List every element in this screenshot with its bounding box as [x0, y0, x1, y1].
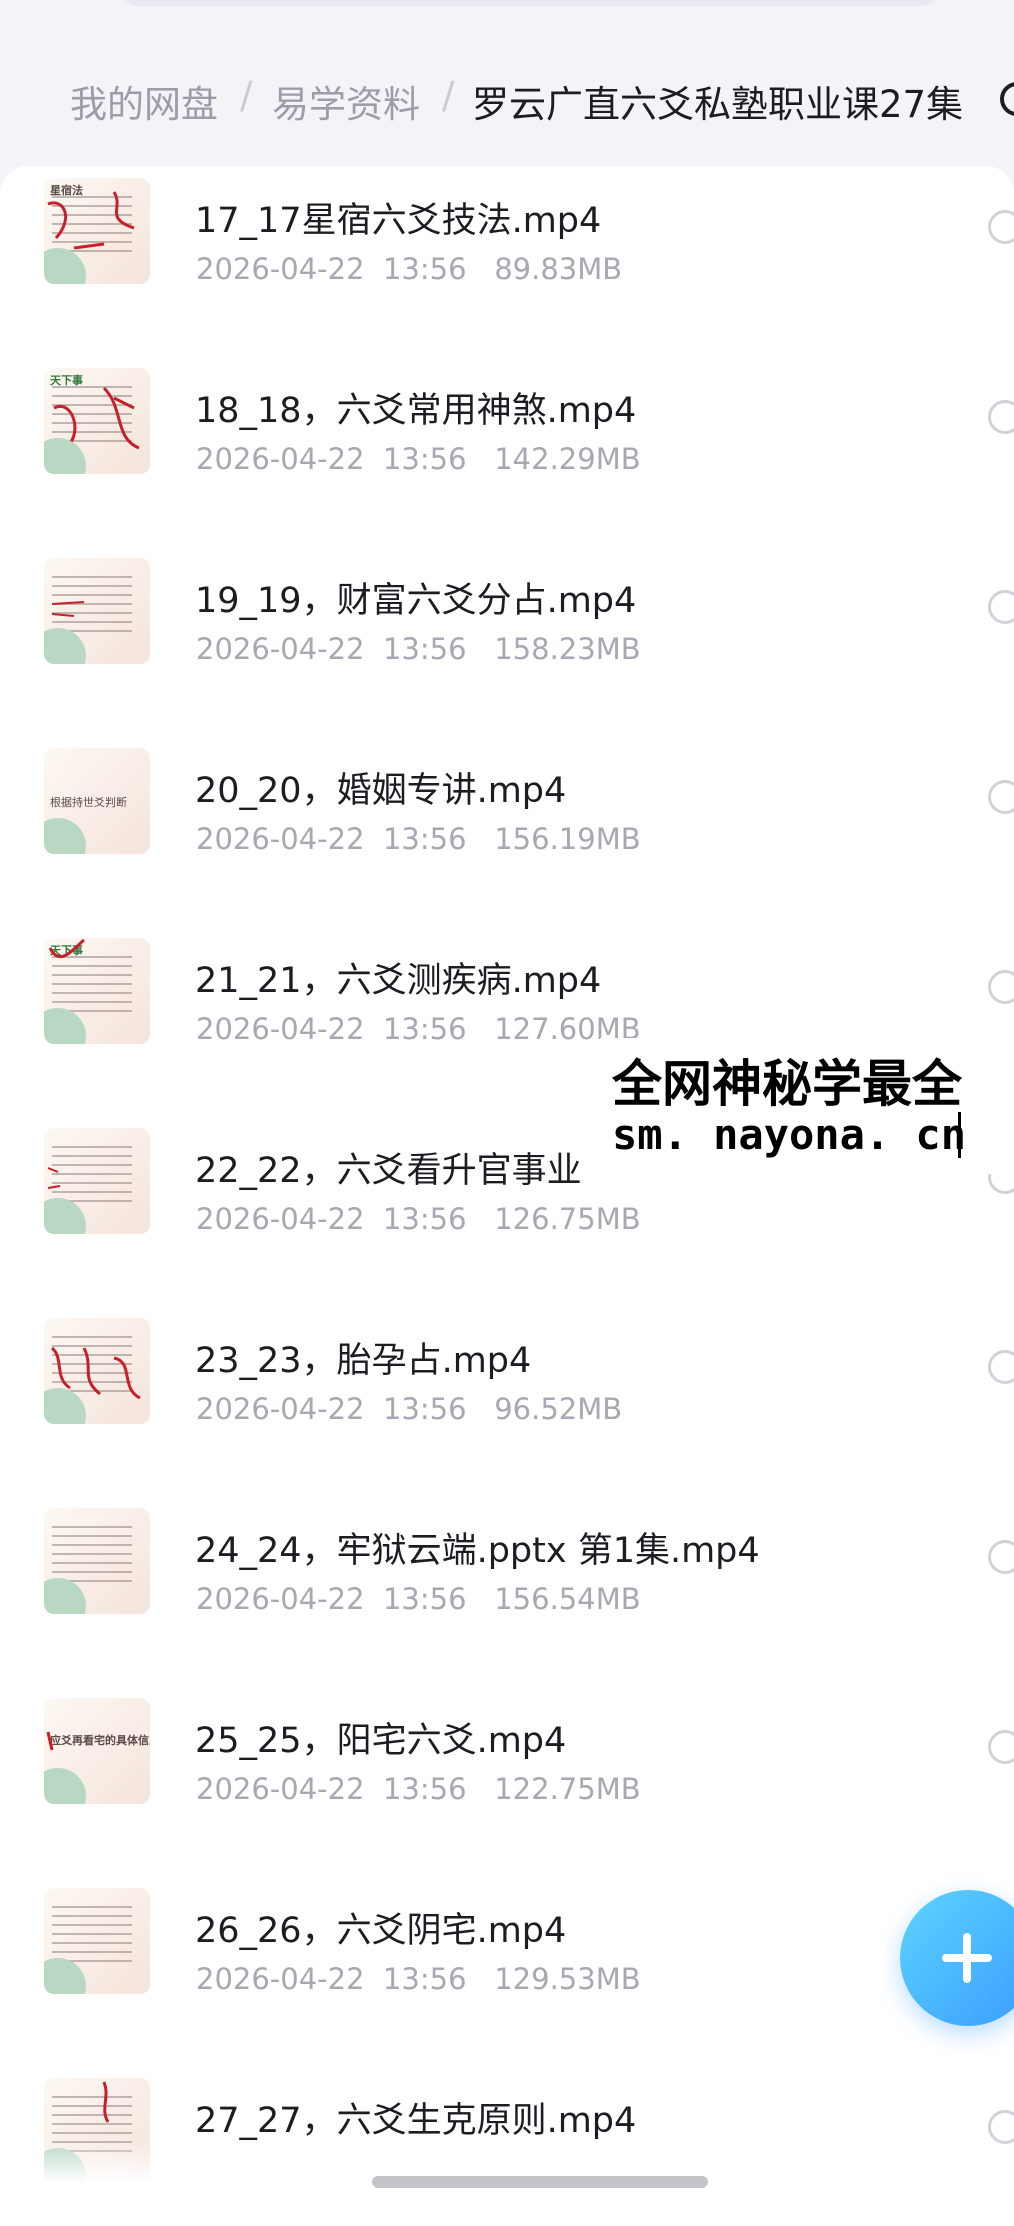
- file-date: 2026-04-22: [196, 1012, 365, 1046]
- watermark-line1: 全网神秘学最全: [612, 1055, 962, 1113]
- file-size: 126.75MB: [494, 1202, 641, 1236]
- file-time: 13:56: [382, 1392, 467, 1426]
- file-time: 13:56: [382, 1772, 467, 1806]
- watermark-overlay: 全网神秘学最全 sm. nayona. cn: [600, 1038, 1014, 1174]
- video-thumbnail: [44, 1128, 150, 1234]
- file-meta: 2026-04-22 13:56 156.54MB: [196, 1582, 641, 1616]
- file-item[interactable]: 23_23，胎孕占.mp4 2026-04-22 13:56 96.52MB: [0, 1306, 1014, 1496]
- file-size: 156.54MB: [494, 1582, 641, 1616]
- file-time: 13:56: [382, 632, 467, 666]
- file-name: 19_19，财富六爻分占.mp4: [195, 581, 637, 621]
- file-item[interactable]: 天下事 18_18，六爻常用神煞.mp4 2026-04-22 13:56 14…: [0, 356, 1014, 546]
- breadcrumb-separator: /: [442, 74, 455, 117]
- file-name: 21_21，六爻测疾病.mp4: [195, 961, 602, 1001]
- file-meta: 2026-04-22 13:56 142.29MB: [196, 442, 641, 476]
- file-date: 2026-04-22: [196, 1962, 365, 1996]
- home-indicator[interactable]: [372, 2176, 708, 2188]
- file-meta: 2026-04-22 13:56 156.19MB: [196, 822, 641, 856]
- file-time: 13:56: [382, 1012, 467, 1046]
- watermark-line2: sm. nayona. cn: [612, 1110, 967, 1159]
- video-thumbnail: 星宿法: [44, 178, 150, 284]
- select-checkbox[interactable]: [988, 1730, 1014, 1764]
- file-item[interactable]: 26_26，六爻阴宅.mp4 2026-04-22 13:56 129.53MB: [0, 1876, 1014, 2066]
- file-meta: 2026-04-22 13:56 126.75MB: [196, 1202, 641, 1236]
- file-item[interactable]: 根据持世爻判断 20_20，婚姻专讲.mp4 2026-04-22 13:56 …: [0, 736, 1014, 926]
- video-thumbnail: 根据持世爻判断: [44, 748, 150, 854]
- video-thumbnail: 天下事: [44, 938, 150, 1044]
- video-thumbnail: [44, 1318, 150, 1424]
- file-item[interactable]: 应爻再看宅的具体信息 25_25，阳宅六爻.mp4 2026-04-22 13:…: [0, 1686, 1014, 1876]
- file-date: 2026-04-22: [196, 1772, 365, 1806]
- file-meta: 2026-04-22 13:56 122.75MB: [196, 1772, 641, 1806]
- file-date: 2026-04-22: [196, 1202, 365, 1236]
- file-size: 96.52MB: [494, 1392, 623, 1426]
- video-thumbnail: 天下事: [44, 368, 150, 474]
- file-size: 129.53MB: [494, 1962, 641, 1996]
- select-checkbox[interactable]: [988, 590, 1014, 624]
- breadcrumb-separator: /: [240, 74, 253, 117]
- select-checkbox[interactable]: [988, 970, 1014, 1004]
- file-item[interactable]: 24_24，牢狱云端.pptx 第1集.mp4 2026-04-22 13:56…: [0, 1496, 1014, 1686]
- file-name: 26_26，六爻阴宅.mp4: [195, 1911, 567, 1951]
- file-name: 27_27，六爻生克原则.mp4: [195, 2101, 637, 2141]
- file-meta: 2026-04-22 13:56 129.53MB: [196, 1962, 641, 1996]
- file-date: 2026-04-22: [196, 822, 365, 856]
- text-cursor: [958, 1112, 961, 1158]
- select-checkbox[interactable]: [988, 1540, 1014, 1574]
- video-thumbnail: [44, 1508, 150, 1614]
- file-name: 17_17星宿六爻技法.mp4: [195, 201, 602, 241]
- more-icon[interactable]: [1000, 82, 1014, 116]
- file-time: 13:56: [382, 1582, 467, 1616]
- select-checkbox[interactable]: [988, 2110, 1014, 2144]
- select-checkbox[interactable]: [988, 400, 1014, 434]
- file-name: 22_22，六爻看升官事业: [195, 1151, 582, 1191]
- file-name: 23_23，胎孕占.mp4: [195, 1341, 532, 1381]
- file-meta: 2026-04-22 13:56 96.52MB: [196, 1392, 622, 1426]
- file-meta: 2026-04-22 13:56 89.83MB: [196, 252, 622, 286]
- video-thumbnail: 应爻再看宅的具体信息: [44, 1698, 150, 1804]
- select-checkbox[interactable]: [988, 780, 1014, 814]
- breadcrumb-current: 罗云广直六爻私塾职业课27集: [472, 83, 964, 126]
- file-meta: 2026-04-22 13:56 127.60MB: [196, 1012, 641, 1046]
- thumbnail-text-lines: [52, 1526, 132, 1586]
- thumbnail-decoration: [44, 818, 86, 854]
- file-list: 星宿法 17_17星宿六爻技法.mp4 2026-04-22 13:56 89.…: [0, 166, 1014, 2226]
- search-bar-edge[interactable]: [120, 0, 940, 6]
- file-time: 13:56: [382, 1962, 467, 1996]
- video-thumbnail: [44, 558, 150, 664]
- file-date: 2026-04-22: [196, 632, 365, 666]
- file-name: 18_18，六爻常用神煞.mp4: [195, 391, 637, 431]
- file-meta: 2026-04-22 13:56 158.23MB: [196, 632, 641, 666]
- thumbnail-text-lines: [52, 1906, 132, 1966]
- file-item[interactable]: 星宿法 17_17星宿六爻技法.mp4 2026-04-22 13:56 89.…: [0, 166, 1014, 356]
- file-date: 2026-04-22: [196, 1582, 365, 1616]
- breadcrumb: 我的网盘 / 易学资料 / 罗云广直六爻私塾职业课27集: [0, 64, 1014, 134]
- file-date: 2026-04-22: [196, 252, 365, 286]
- file-time: 13:56: [382, 1202, 467, 1236]
- select-checkbox[interactable]: [988, 1350, 1014, 1384]
- file-size: 122.75MB: [494, 1772, 641, 1806]
- file-time: 13:56: [382, 822, 467, 856]
- breadcrumb-parent[interactable]: 易学资料: [272, 74, 420, 128]
- file-time: 13:56: [382, 442, 467, 476]
- thumbnail-caption: 根据持世爻判断: [50, 796, 127, 809]
- file-date: 2026-04-22: [196, 1392, 365, 1426]
- file-size: 142.29MB: [494, 442, 641, 476]
- select-checkbox[interactable]: [988, 210, 1014, 244]
- file-size: 158.23MB: [494, 632, 641, 666]
- file-size: 89.83MB: [494, 252, 623, 286]
- file-name: 20_20，婚姻专讲.mp4: [195, 771, 567, 811]
- file-name: 24_24，牢狱云端.pptx 第1集.mp4: [195, 1531, 760, 1571]
- file-size: 156.19MB: [494, 822, 641, 856]
- file-time: 13:56: [382, 252, 467, 286]
- file-name: 25_25，阳宅六爻.mp4: [195, 1721, 567, 1761]
- file-date: 2026-04-22: [196, 442, 365, 476]
- file-item[interactable]: 19_19，财富六爻分占.mp4 2026-04-22 13:56 158.23…: [0, 546, 1014, 736]
- breadcrumb-root[interactable]: 我的网盘: [70, 74, 218, 128]
- video-thumbnail: [44, 1888, 150, 1994]
